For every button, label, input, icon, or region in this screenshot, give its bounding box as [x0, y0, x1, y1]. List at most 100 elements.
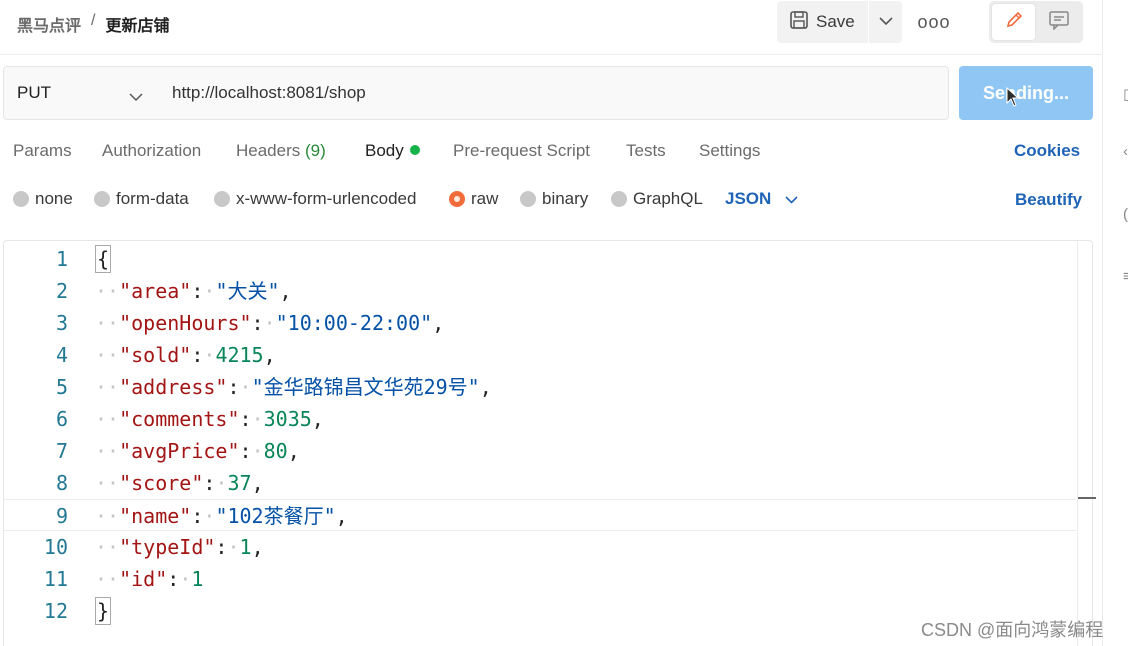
radio-icon	[214, 191, 230, 207]
code-content: ··"name":·"102茶餐厅",	[95, 500, 348, 532]
breadcrumb-request-name[interactable]: 更新店铺	[105, 12, 169, 36]
rail-info-icon[interactable]: (	[1123, 206, 1128, 223]
method-select[interactable]: PUT	[3, 66, 158, 120]
chevron-down-icon	[785, 189, 798, 209]
whitespace-marker: ··	[95, 439, 120, 463]
whitespace-marker: ·	[203, 343, 216, 367]
code-line[interactable]: 5 ··"address":·"金华路锦昌文华苑29号",	[4, 371, 1076, 403]
rail-code-icon[interactable]: ‹	[1123, 143, 1128, 160]
url-input[interactable]: http://localhost:8081/shop	[157, 66, 949, 120]
json-key: "comments"	[119, 407, 240, 431]
json-comma: ,	[432, 311, 445, 335]
json-key: "area"	[119, 279, 192, 303]
tab-authorization[interactable]: Authorization	[102, 141, 201, 161]
code-line[interactable]: 12}	[4, 595, 1076, 627]
whitespace-marker: ··	[95, 504, 120, 528]
code-line[interactable]: 3 ··"openHours":·"10:00-22:00",	[4, 307, 1076, 339]
body-language-select[interactable]: JSON	[725, 189, 798, 209]
code-line[interactable]: 2 ··"area":·"大关",	[4, 275, 1076, 307]
code-content: ··"id":·1	[95, 563, 203, 595]
json-key: "openHours"	[119, 311, 252, 335]
body-type-raw[interactable]: raw	[449, 189, 498, 209]
tab-body[interactable]: Body	[365, 141, 420, 161]
chevron-down-icon	[878, 13, 893, 31]
save-button[interactable]: Save	[777, 1, 868, 43]
pencil-icon	[1004, 10, 1024, 35]
body-code-editor[interactable]: 1{2 ··"area":·"大关", 3 ··"openHours":·"10:00…	[3, 240, 1096, 646]
body-type-binary[interactable]: binary	[520, 189, 588, 209]
code-line[interactable]: 6 ··"comments":·3035,	[4, 403, 1076, 435]
send-button[interactable]: Sending...	[959, 66, 1093, 120]
code-content: {	[95, 243, 112, 275]
json-comma: ,	[251, 535, 264, 559]
postman-window: 黑马点评 / 更新店铺 Save ooo PUT http://localhos…	[0, 0, 1128, 646]
json-colon: :	[203, 471, 216, 495]
json-value: "10:00-22:00"	[275, 311, 433, 335]
json-comma: ,	[263, 343, 276, 367]
line-number: 4	[55, 343, 68, 367]
line-number: 3	[55, 311, 68, 335]
code-line[interactable]: 9 ··"name":·"102茶餐厅",	[4, 499, 1076, 531]
rail-doc-icon[interactable]: ▯	[1123, 85, 1128, 103]
ellipsis-icon: ooo	[917, 11, 951, 32]
line-number: 1	[55, 247, 68, 271]
line-number: 11	[43, 567, 68, 591]
code-content: ··"address":·"金华路锦昌文华苑29号",	[95, 371, 492, 403]
code-content: ··"area":·"大关",	[95, 275, 292, 307]
save-options-button[interactable]	[869, 1, 902, 43]
open-brace: {	[95, 245, 112, 273]
json-key: "sold"	[119, 343, 192, 367]
comments-button[interactable]	[1037, 4, 1080, 40]
json-comma: ,	[335, 504, 348, 528]
tab-label: Tests	[626, 141, 666, 160]
json-key: "address"	[119, 375, 228, 399]
body-type-none[interactable]: none	[13, 189, 73, 209]
code-line[interactable]: 4 ··"sold":·4215,	[4, 339, 1076, 371]
breadcrumb: 黑马点评 / 更新店铺	[17, 12, 169, 36]
code-line[interactable]: 10 ··"typeId":·1,	[4, 531, 1076, 563]
json-value: 1	[191, 567, 204, 591]
line-number: 5	[55, 375, 68, 399]
line-number: 12	[43, 599, 68, 623]
breadcrumb-collection[interactable]: 黑马点评	[17, 12, 81, 36]
close-brace: }	[95, 597, 112, 625]
radio-label: GraphQL	[633, 189, 703, 208]
radio-icon	[94, 191, 110, 207]
tab-pre-request-script[interactable]: Pre-request Script	[453, 141, 590, 161]
tab-tests[interactable]: Tests	[626, 141, 666, 161]
tab-label: Authorization	[102, 141, 202, 160]
editor-scrollbar[interactable]	[1077, 241, 1093, 646]
json-colon: :	[167, 567, 180, 591]
json-comma: ,	[311, 407, 324, 431]
send-label: Sending...	[982, 82, 1069, 103]
code-line[interactable]: 8 ··"score":·37,	[4, 467, 1076, 499]
tab-params[interactable]: Params	[13, 141, 72, 161]
whitespace-marker: ··	[95, 343, 120, 367]
json-key: "typeId"	[119, 535, 216, 559]
tab-settings[interactable]: Settings	[699, 141, 760, 161]
body-type-graphql[interactable]: GraphQL	[611, 189, 703, 209]
rail-related-icon[interactable]: ≡	[1123, 268, 1128, 285]
code-line[interactable]: 1{	[4, 243, 1076, 275]
whitespace-marker: ·	[251, 407, 264, 431]
json-colon: :	[215, 535, 228, 559]
json-colon: :	[239, 407, 252, 431]
body-type-urlencoded[interactable]: x-www-form-urlencoded	[214, 189, 416, 209]
beautify-button[interactable]: Beautify	[1015, 190, 1082, 210]
tab-headers[interactable]: Headers (9)	[236, 141, 326, 161]
whitespace-marker: ··	[95, 567, 120, 591]
json-key: "avgPrice"	[119, 439, 240, 463]
code-line[interactable]: 7 ··"avgPrice":·80,	[4, 435, 1076, 467]
json-comma: ,	[287, 439, 300, 463]
radio-icon	[13, 191, 29, 207]
json-colon: :	[191, 504, 204, 528]
radio-icon	[611, 191, 627, 207]
cookies-link[interactable]: Cookies	[1014, 141, 1080, 161]
body-type-form-data[interactable]: form-data	[94, 189, 189, 209]
headers-count: (9)	[305, 141, 326, 160]
json-value: 37	[227, 471, 252, 495]
more-options-button[interactable]: ooo	[916, 8, 952, 36]
code-line[interactable]: 11 ··"id":·1	[4, 563, 1076, 595]
json-key: "id"	[119, 567, 168, 591]
edit-mode-button[interactable]	[992, 4, 1035, 40]
